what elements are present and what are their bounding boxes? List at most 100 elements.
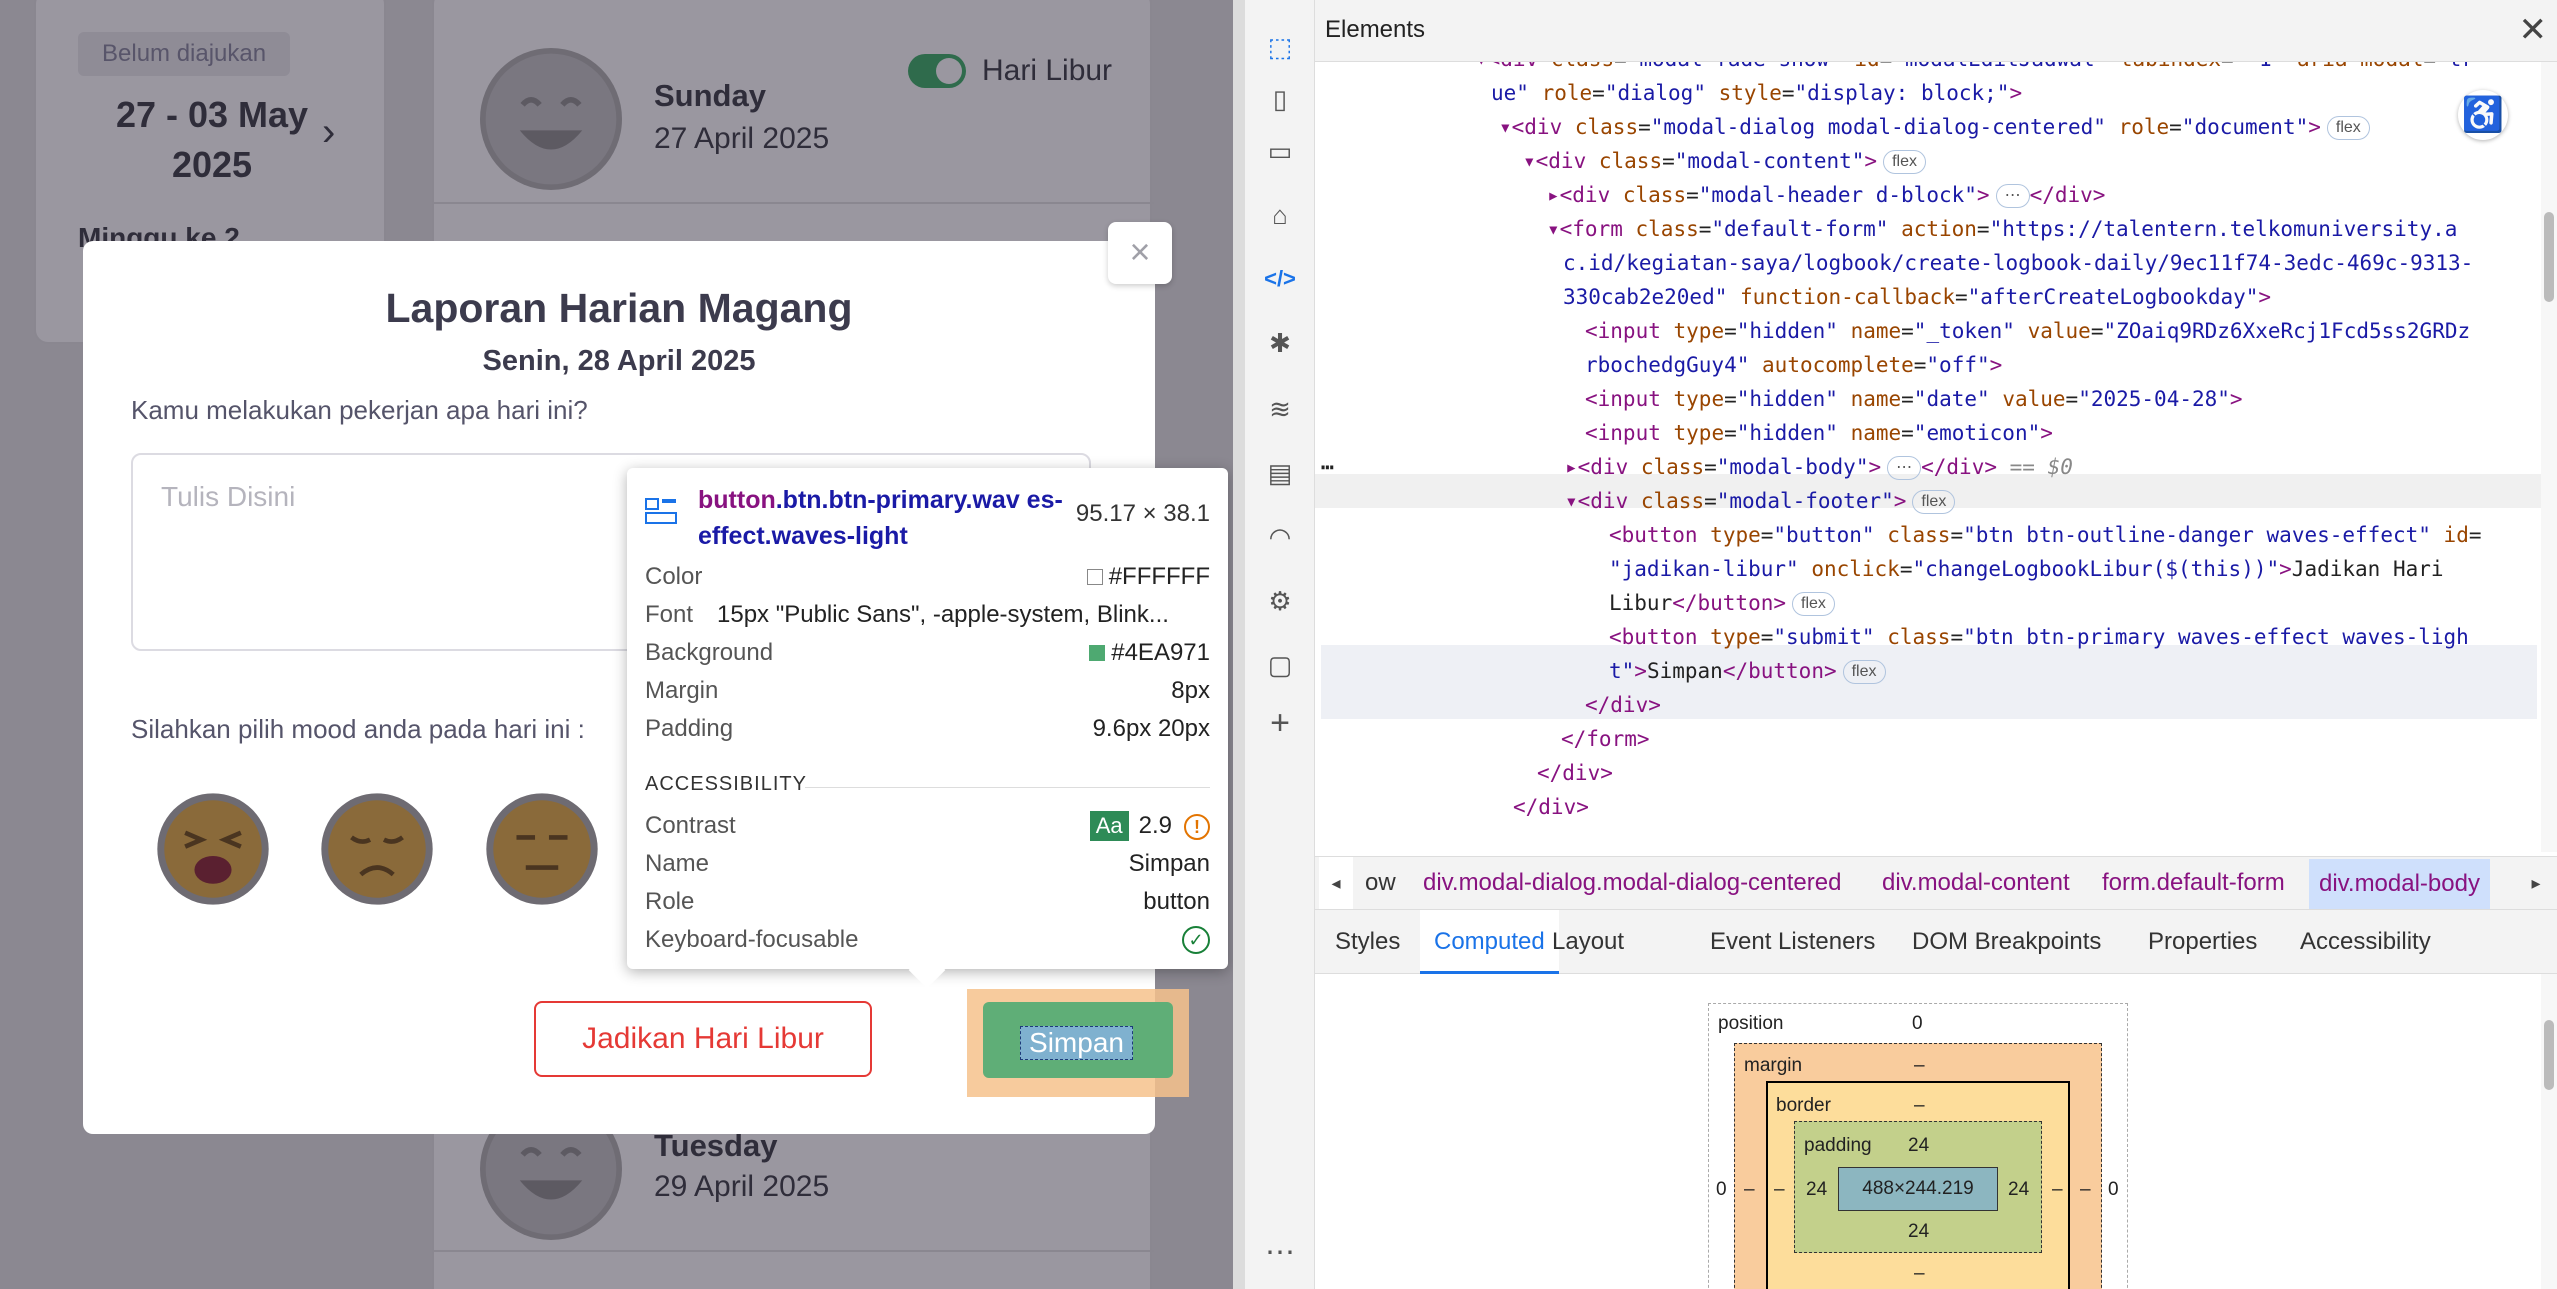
modal-title: Laporan Harian Magang [385, 285, 853, 331]
check-icon: ✓ [1182, 926, 1210, 954]
tooltip-size: 95.17 × 38.1 [1075, 500, 1210, 527]
row-key: Name [645, 850, 710, 877]
row-key: Role [645, 888, 695, 915]
breadcrumb-item[interactable]: form.default-form [2102, 869, 2285, 897]
inspect-icon[interactable]: ⬚ [1263, 30, 1297, 64]
breadcrumb-item[interactable]: ow [1365, 869, 1396, 897]
padding-right: 24 [2008, 1179, 2030, 1200]
padding-left: 24 [1806, 1179, 1828, 1200]
position-label: position [1718, 1013, 1784, 1034]
application-icon[interactable]: ▢ [1263, 648, 1297, 682]
tired-face-icon[interactable] [155, 791, 271, 907]
row-value: 15px "Public Sans", -apple-system, Blink… [717, 601, 1169, 628]
tooltip-row-background: Background #4EA971 [645, 635, 1210, 671]
scrollbar-thumb[interactable] [2544, 1020, 2554, 1090]
tooltip-tag: button [698, 486, 776, 514]
save-button[interactable]: Simpan [983, 1002, 1173, 1078]
day-name: Sunday [654, 78, 766, 113]
home-icon[interactable]: ⌂ [1263, 198, 1297, 232]
performance-icon[interactable]: ◠ [1263, 520, 1297, 554]
row-key: Color [645, 563, 703, 590]
margin-label: margin [1744, 1055, 1803, 1076]
row-value: #FFFFFF [1108, 563, 1210, 590]
divider [434, 1250, 1154, 1252]
tab-accessibility[interactable]: Accessibility [2300, 928, 2431, 956]
margin-right: – [2080, 1179, 2091, 1200]
window-icon[interactable]: ▭ [1263, 134, 1297, 168]
element-grid-icon [645, 498, 677, 524]
row-key: Keyboard-focusable [645, 926, 859, 953]
tooltip-row-padding: Padding 9.6px 20px [645, 711, 1210, 747]
dom-scrollbar[interactable] [2541, 62, 2557, 852]
divider [434, 202, 1154, 204]
tab-computed[interactable]: Computed [1420, 910, 1559, 974]
position-left: 0 [1716, 1179, 1727, 1200]
add-icon[interactable]: + [1263, 706, 1297, 740]
breadcrumb-item-selected[interactable]: div.modal-body [2309, 859, 2490, 909]
box-model-diagram: position 0 margin – border – padding 24 … [1708, 1003, 2128, 1289]
mood-label: Silahkan pilih mood anda pada hari ini : [131, 714, 585, 744]
padding-label: padding [1804, 1135, 1872, 1156]
make-holiday-button[interactable]: Jadikan Hari Libur [534, 1001, 872, 1077]
tooltip-row-focusable: Keyboard-focusable ✓ [645, 922, 1210, 958]
neutral-face-icon[interactable] [484, 791, 600, 907]
inspect-tooltip: button.btn.btn-primary.wav es-effect.wav… [627, 468, 1228, 969]
memory-icon[interactable]: ⚙ [1263, 584, 1297, 618]
day-mood-icon [480, 48, 622, 190]
bug-icon[interactable]: ✱ [1263, 326, 1297, 360]
tab-properties[interactable]: Properties [2148, 928, 2257, 956]
close-modal-button[interactable]: × [1108, 222, 1172, 284]
devtools-header: Elements ✕ [1315, 0, 2557, 62]
breadcrumb-item[interactable]: div.modal-content [1882, 869, 2070, 897]
day-date: 29 April 2025 [654, 1170, 830, 1203]
network-icon[interactable]: ≋ [1263, 392, 1297, 426]
more-icon[interactable]: ⋯ [1263, 1236, 1297, 1270]
console-icon[interactable]: ▤ [1263, 456, 1297, 490]
crumbs-scroll-left-icon[interactable]: ◂ [1319, 857, 1353, 909]
status-badge: Belum diajukan [78, 32, 291, 76]
crumbs-scroll-right-icon[interactable]: ▸ [2519, 857, 2553, 909]
border-top: – [1914, 1095, 1925, 1116]
breadcrumb-item[interactable]: div.modal-dialog.modal-dialog-centered [1423, 869, 1841, 897]
tab-layout[interactable]: Layout [1552, 928, 1624, 956]
elements-icon[interactable]: </> [1263, 262, 1297, 296]
tooltip-row-role: Role button [645, 884, 1210, 920]
dom-tree[interactable]: ▾<div class="modal fade show" id="modalE… [1315, 62, 2541, 852]
margin-left: – [1744, 1179, 1755, 1200]
box-content[interactable]: 488×244.219 [1838, 1167, 1998, 1211]
row-key: Contrast [645, 812, 736, 839]
panel-divider[interactable] [1233, 0, 1245, 1289]
tooltip-row-margin: Margin 8px [645, 673, 1210, 709]
computed-scrollbar[interactable] [2541, 974, 2557, 1289]
row-value: 8px [1171, 677, 1210, 704]
holiday-toggle[interactable] [908, 54, 966, 88]
row-key: Background [645, 639, 774, 666]
device-icon[interactable]: ▯ [1263, 82, 1297, 116]
scrollbar-thumb[interactable] [2544, 212, 2554, 302]
border-bottom: – [1914, 1263, 1925, 1284]
tab-event-listeners[interactable]: Event Listeners [1710, 928, 1875, 956]
row-key: Margin [645, 677, 719, 704]
chevron-right-icon[interactable]: › [322, 110, 335, 155]
tab-styles[interactable]: Styles [1335, 928, 1400, 956]
row-value: #4EA971 [1111, 639, 1210, 666]
day-date: 27 April 2025 [654, 122, 830, 155]
background-swatch [1089, 645, 1106, 661]
dom-line: ▾<div class="modal fade show" id="modalE… [1475, 62, 2474, 76]
warning-icon: ! [1184, 814, 1210, 840]
selected-node-row [1321, 645, 2537, 719]
close-devtools-icon[interactable]: ✕ [2519, 10, 2548, 50]
modal-subtitle: Senin, 28 April 2025 [482, 345, 756, 377]
sad-face-icon[interactable] [319, 791, 435, 907]
accessibility-icon[interactable]: ♿ [2458, 90, 2508, 140]
tooltip-row-font: Font 15px "Public Sans", -apple-system, B… [645, 597, 1210, 633]
panel-title: Elements [1325, 16, 1426, 43]
border-right: – [2052, 1179, 2063, 1200]
padding-top: 24 [1908, 1135, 1930, 1156]
tab-dom-breakpoints[interactable]: DOM Breakpoints [1912, 928, 2101, 956]
position-right: 0 [2108, 1179, 2119, 1200]
tooltip-row-name: Name Simpan [645, 846, 1210, 882]
tooltip-selector: button.btn.btn-primary.wav es-effect.wav… [698, 482, 1068, 554]
row-key: Font [645, 601, 694, 628]
app: Belum diajukan 27 - 03 May 2025 › Minggu… [0, 0, 2557, 1289]
